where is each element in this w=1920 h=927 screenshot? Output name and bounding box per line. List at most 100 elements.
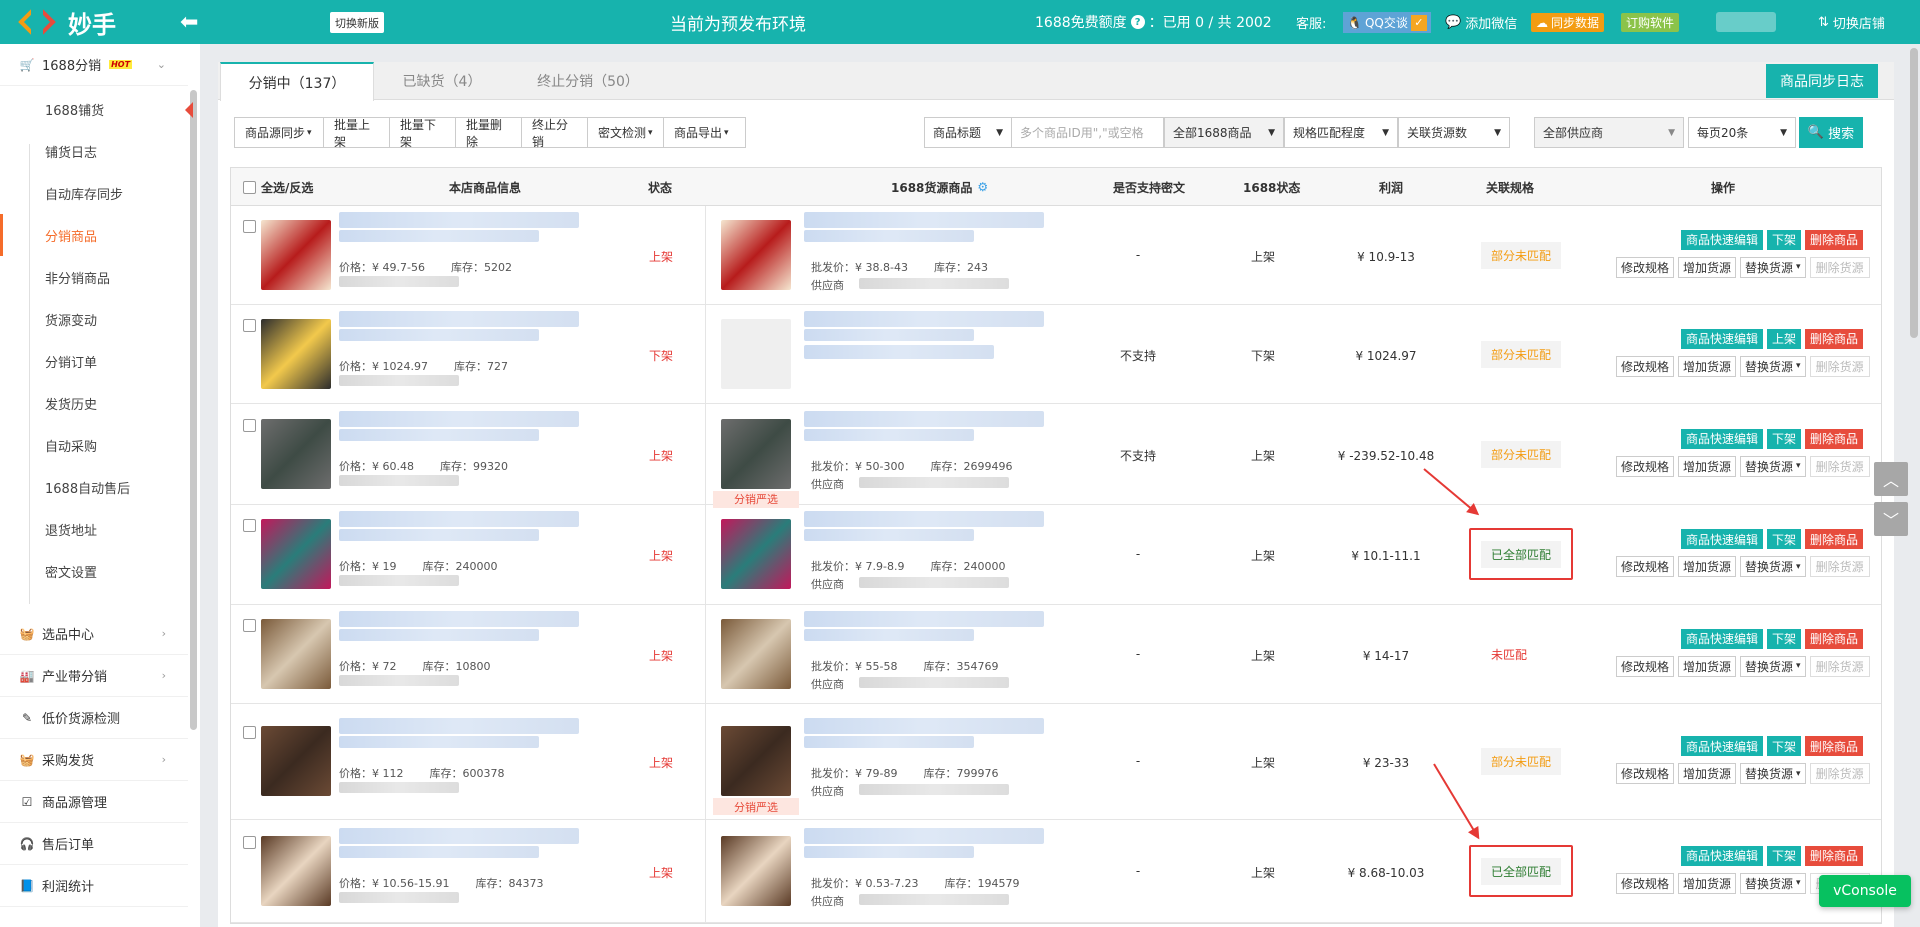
switch-new-version-button[interactable]: 切换新版 bbox=[330, 12, 384, 33]
sidebar-item-2[interactable]: 自动库存同步 bbox=[0, 172, 188, 214]
search-button[interactable]: 🔍 搜索 bbox=[1799, 117, 1863, 148]
sidebar-group-2[interactable]: ✎ 低价货源检测 bbox=[0, 697, 188, 739]
sidebar-item-7[interactable]: 发货历史 bbox=[0, 382, 188, 424]
row-checkbox[interactable] bbox=[243, 219, 256, 233]
quick-edit-button[interactable]: 商品快速编辑 bbox=[1681, 229, 1764, 250]
sidebar-group-5[interactable]: 🎧 售后订单 bbox=[0, 823, 188, 865]
toolbar-button-2[interactable]: 批量下架 bbox=[390, 117, 456, 149]
toggle-shelf-button[interactable]: 下架 bbox=[1767, 529, 1802, 549]
sidebar-group-1[interactable]: 🏭 产业带分销 › bbox=[0, 655, 188, 697]
product-thumbnail[interactable] bbox=[261, 726, 331, 796]
source-thumbnail[interactable] bbox=[721, 318, 791, 389]
link-count-select[interactable]: 关联货源数 ▼ bbox=[1398, 117, 1510, 148]
source-thumbnail[interactable] bbox=[721, 519, 791, 589]
switch-store-button[interactable]: ⇅ 切换店铺 bbox=[1818, 0, 1885, 44]
toolbar-button-0[interactable]: 商品源同步 ▾ bbox=[234, 117, 324, 148]
sidebar-item-1[interactable]: 铺货日志 bbox=[0, 130, 188, 172]
replace-source-button[interactable]: 替换货源 ▾ bbox=[1740, 455, 1806, 477]
row-checkbox[interactable] bbox=[243, 618, 256, 632]
add-wechat-link[interactable]: 💬 添加微信 bbox=[1445, 0, 1517, 44]
toggle-shelf-button[interactable]: 下架 bbox=[1767, 628, 1802, 649]
tab-out-of-stock[interactable]: 已缺货（4） bbox=[374, 62, 510, 100]
product-thumbnail[interactable] bbox=[261, 519, 331, 589]
product-thumbnail[interactable] bbox=[261, 219, 331, 290]
sync-data-button[interactable]: ☁ 同步数据 bbox=[1531, 13, 1605, 32]
sidebar-item-10[interactable]: 退货地址 bbox=[0, 508, 188, 550]
sidebar-item-3[interactable]: 分销商品 bbox=[0, 214, 188, 256]
sidebar-item-11[interactable]: 密文设置 bbox=[0, 550, 188, 592]
select-all[interactable]: 全选/反选 bbox=[243, 168, 313, 206]
remove-source-button[interactable]: 删除货源 bbox=[1809, 556, 1870, 577]
quick-edit-button[interactable]: 商品快速编辑 bbox=[1681, 328, 1764, 349]
scroll-down-button[interactable]: ﹀ bbox=[1874, 502, 1908, 536]
tab-terminated[interactable]: 终止分销（50） bbox=[510, 62, 666, 100]
sidebar-group-3[interactable]: 🧺 采购发货 › bbox=[0, 739, 188, 781]
quick-edit-button[interactable]: 商品快速编辑 bbox=[1681, 628, 1764, 649]
add-source-button[interactable]: 增加货源 bbox=[1678, 655, 1737, 677]
collapse-back-icon[interactable]: ⬅ bbox=[180, 0, 198, 44]
app-logo[interactable]: 妙手 bbox=[18, 0, 116, 44]
quick-edit-button[interactable]: 商品快速编辑 bbox=[1681, 736, 1764, 756]
add-source-button[interactable]: 增加货源 bbox=[1678, 355, 1737, 377]
modify-spec-button[interactable]: 修改规格 bbox=[1616, 763, 1675, 784]
sidebar-group-1688[interactable]: 🛒 1688分销 HOT ⌄ bbox=[0, 44, 188, 86]
supplier-select[interactable]: 全部供应商 ▼ bbox=[1534, 117, 1684, 148]
quick-edit-button[interactable]: 商品快速编辑 bbox=[1681, 428, 1764, 449]
remove-source-button[interactable]: 删除货源 bbox=[1809, 655, 1870, 677]
qq-chat-button[interactable]: 🐧 QQ交谈 ✓ bbox=[1343, 12, 1431, 33]
source-thumbnail[interactable] bbox=[721, 418, 791, 489]
modify-spec-button[interactable]: 修改规格 bbox=[1616, 872, 1675, 894]
toolbar-button-6[interactable]: 商品导出 ▾ bbox=[664, 117, 746, 148]
toolbar-button-3[interactable]: 批量删除 bbox=[456, 117, 522, 149]
help-icon[interactable]: ? bbox=[1130, 15, 1145, 29]
sidebar-item-0[interactable]: 1688铺货 bbox=[0, 88, 188, 130]
product-thumbnail[interactable] bbox=[261, 618, 331, 689]
row-checkbox[interactable] bbox=[243, 519, 256, 532]
vconsole-button[interactable]: vConsole bbox=[1819, 875, 1911, 907]
page-scrollbar[interactable] bbox=[1910, 48, 1918, 338]
remove-source-button[interactable]: 删除货源 bbox=[1809, 763, 1870, 784]
sidebar-item-4[interactable]: 非分销商品 bbox=[0, 256, 188, 298]
toggle-shelf-button[interactable]: 下架 bbox=[1767, 428, 1802, 449]
toggle-shelf-button[interactable]: 上架 bbox=[1767, 328, 1802, 349]
toggle-shelf-button[interactable]: 下架 bbox=[1767, 736, 1802, 756]
remove-source-button[interactable]: 删除货源 bbox=[1809, 455, 1870, 477]
delete-product-button[interactable]: 删除商品 bbox=[1805, 845, 1864, 866]
sidebar-item-5[interactable]: 货源变动 bbox=[0, 298, 188, 340]
product-thumbnail[interactable] bbox=[261, 418, 331, 489]
gear-icon[interactable]: ⚙ bbox=[977, 180, 988, 194]
scroll-up-button[interactable]: ︿ bbox=[1874, 462, 1908, 496]
product-thumbnail[interactable] bbox=[261, 318, 331, 389]
delete-product-button[interactable]: 删除商品 bbox=[1805, 328, 1864, 349]
sync-log-button[interactable]: 商品同步日志 bbox=[1766, 64, 1878, 98]
toolbar-button-4[interactable]: 终止分销 bbox=[522, 117, 588, 149]
row-checkbox[interactable] bbox=[243, 418, 256, 432]
add-source-button[interactable]: 增加货源 bbox=[1678, 763, 1737, 784]
modify-spec-button[interactable]: 修改规格 bbox=[1616, 355, 1675, 377]
source-thumbnail[interactable] bbox=[721, 835, 791, 906]
order-software-button[interactable]: 订购软件 bbox=[1621, 13, 1680, 32]
add-source-button[interactable]: 增加货源 bbox=[1678, 455, 1737, 477]
toolbar-button-5[interactable]: 密文检测 ▾ bbox=[588, 117, 664, 148]
remove-source-button[interactable]: 删除货源 bbox=[1809, 355, 1870, 377]
sidebar-item-9[interactable]: 1688自动售后 bbox=[0, 466, 188, 508]
modify-spec-button[interactable]: 修改规格 bbox=[1616, 256, 1675, 278]
row-checkbox[interactable] bbox=[243, 726, 256, 739]
row-checkbox[interactable] bbox=[243, 835, 256, 849]
spec-match-select[interactable]: 规格匹配程度 ▼ bbox=[1284, 117, 1398, 148]
replace-source-button[interactable]: 替换货源 ▾ bbox=[1740, 556, 1806, 577]
sidebar-group-4[interactable]: ☑ 商品源管理 bbox=[0, 781, 188, 823]
all-1688-select[interactable]: 全部1688商品 ▼ bbox=[1164, 117, 1284, 148]
add-source-button[interactable]: 增加货源 bbox=[1678, 256, 1737, 278]
quick-edit-button[interactable]: 商品快速编辑 bbox=[1681, 845, 1764, 866]
source-thumbnail[interactable] bbox=[721, 219, 791, 290]
row-checkbox[interactable] bbox=[243, 318, 256, 332]
add-source-button[interactable]: 增加货源 bbox=[1678, 872, 1737, 894]
replace-source-button[interactable]: 替换货源 ▾ bbox=[1740, 256, 1806, 278]
sidebar-group-0[interactable]: 🧺 选品中心 › bbox=[0, 613, 188, 655]
delete-product-button[interactable]: 删除商品 bbox=[1805, 428, 1864, 449]
add-source-button[interactable]: 增加货源 bbox=[1678, 556, 1737, 577]
replace-source-button[interactable]: 替换货源 ▾ bbox=[1740, 763, 1806, 784]
tab-distributing[interactable]: 分销中（137） bbox=[220, 62, 374, 101]
toggle-shelf-button[interactable]: 下架 bbox=[1767, 229, 1802, 250]
